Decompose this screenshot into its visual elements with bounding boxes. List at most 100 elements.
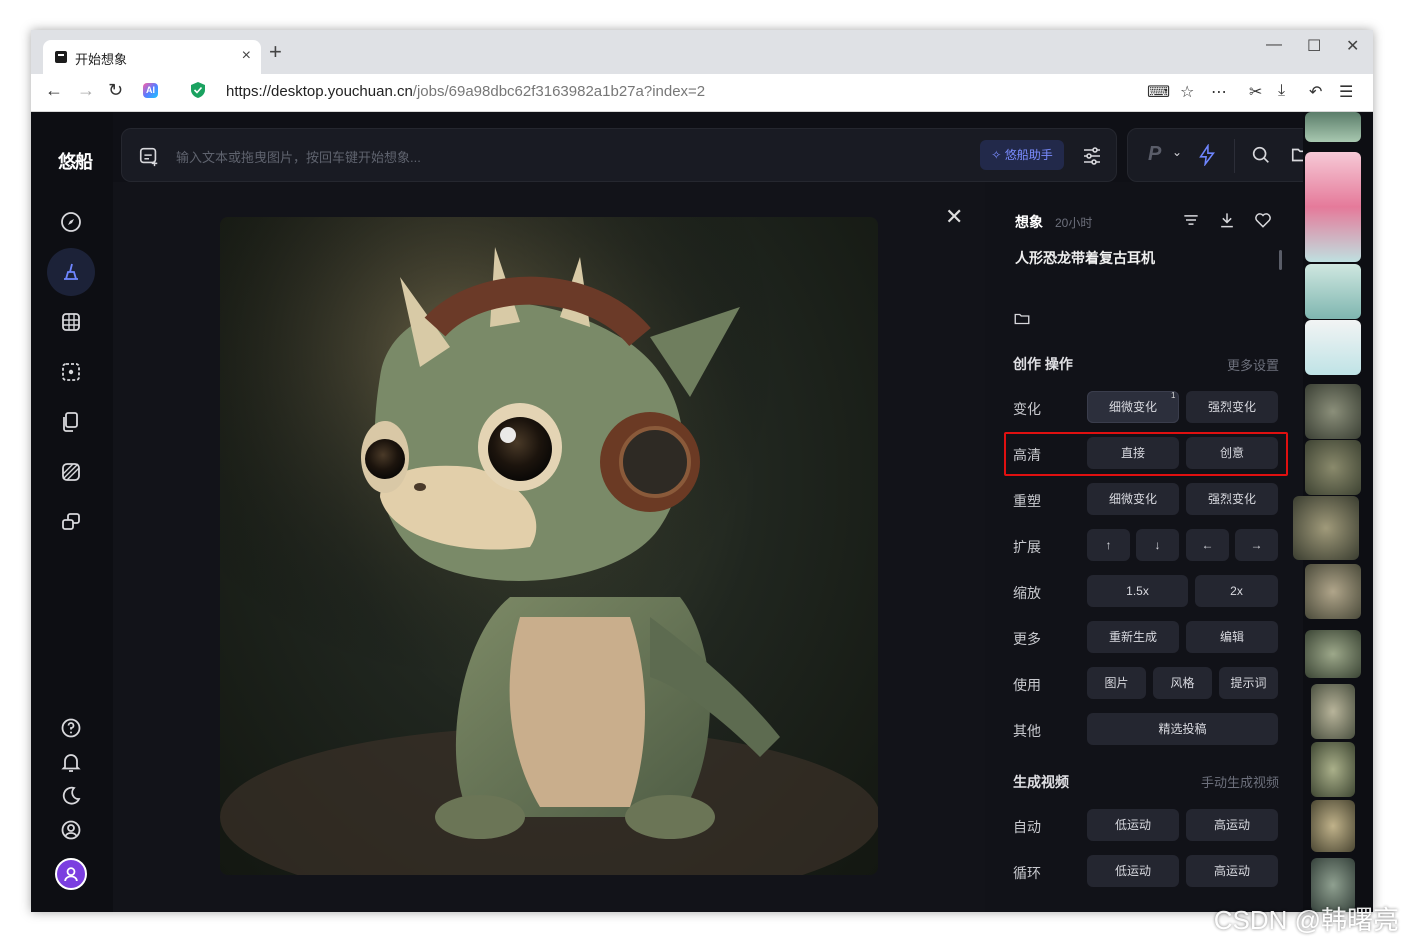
auto-low-motion-label: 低运动 [1114,818,1151,832]
use-style-button[interactable]: 风格 [1153,667,1212,699]
forward-icon[interactable]: → [77,80,95,101]
thumbnail[interactable] [1305,384,1361,439]
reload-icon[interactable]: ↻ [108,80,123,101]
tab-close-icon[interactable]: × [242,47,251,65]
list-options-icon[interactable] [1181,210,1201,230]
pan-down-button[interactable]: ↓ [1136,529,1179,561]
upscale-direct-button[interactable]: 直接 [1087,437,1179,469]
thumbnail[interactable] [1305,112,1361,142]
thumbnail[interactable] [1305,152,1361,262]
fast-mode-bolt-icon[interactable] [1196,144,1218,166]
scrollbar[interactable] [1279,250,1282,270]
remix-subtle-button[interactable]: 细微变化 [1087,483,1179,515]
translate-icon[interactable]: ⌨ [1147,82,1170,102]
dark-mode-moon-icon[interactable] [59,784,83,808]
vary-strong-button[interactable]: 强烈变化 [1186,391,1278,423]
rerun-label: 重新生成 [1108,630,1157,644]
favorite-heart-icon[interactable] [1253,210,1273,230]
vary-subtle-button[interactable]: 细微变化 [1087,391,1179,423]
secure-shield-icon[interactable] [191,82,205,98]
thumbnail-current[interactable] [1293,496,1359,560]
browser-window: 开始想象 × + — ☐ ✕ ← → ↻ AI https://desktop.… [31,30,1373,912]
loop-low-motion-button[interactable]: 低运动 [1087,855,1179,887]
app-logo[interactable]: 悠船 [58,148,93,174]
account-icon[interactable] [59,818,83,842]
divider [1234,139,1235,173]
remix-strong-button[interactable]: 强烈变化 [1186,483,1278,515]
chat-image-icon[interactable] [59,510,83,534]
notification-bell-icon[interactable] [59,750,83,774]
manual-video-link[interactable]: 手动生成视频 [1201,772,1279,791]
more-settings-link[interactable]: 更多设置 [1227,355,1279,374]
folder-small-icon[interactable] [1013,310,1031,328]
zoom-2x-button[interactable]: 2x [1195,575,1278,607]
address-bar: ← → ↻ AI https://desktop.youchuan.cn/job… [31,74,1373,112]
thumbnail[interactable] [1305,264,1361,319]
row-label-loop: 循环 [1013,865,1041,881]
title-bar: 开始想象 × + — ☐ ✕ [31,30,1373,74]
settings-sliders-icon[interactable] [1080,144,1104,168]
thumbnail[interactable] [1311,800,1355,852]
chevron-down-icon[interactable]: ⌄ [1172,145,1182,159]
url-host: https://desktop.youchuan.cn [226,83,413,100]
style-pattern-icon[interactable] [59,460,83,484]
use-prompt-button[interactable]: 提示词 [1219,667,1278,699]
pan-right-button[interactable]: → [1235,529,1278,561]
section-title: 想象 [1015,214,1043,230]
row-label-zoom: 缩放 [1013,585,1041,601]
grid-icon[interactable] [59,310,83,334]
timestamp: 20小时 [1055,216,1093,230]
undo-icon[interactable]: ↶ [1309,82,1322,102]
browser-tab[interactable]: 开始想象 × [43,40,261,74]
thumbnail[interactable] [1305,630,1361,678]
arrow-up-icon: ↑ [1105,538,1112,552]
search-icon[interactable] [1250,144,1272,166]
add-image-icon[interactable] [138,145,160,167]
url-field[interactable]: https://desktop.youchuan.cn/jobs/69a98db… [226,83,705,100]
back-icon[interactable]: ← [45,80,63,101]
generated-image[interactable] [220,217,878,875]
new-tab-button[interactable]: + [269,41,282,63]
more-options-icon[interactable]: ⋯ [1211,82,1227,102]
submit-featured-button[interactable]: 精选投稿 [1087,713,1278,745]
close-viewer-icon[interactable]: ✕ [945,204,963,230]
thumbnail[interactable] [1311,742,1355,797]
detail-panel: 想象 20小时 人形恐龙带着复古耳机 创作 操作 更多设置 变化 细微变化 1 … [985,182,1303,912]
zoom-1-5x-button[interactable]: 1.5x [1087,575,1188,607]
edit-button[interactable]: 编辑 [1186,621,1278,653]
upscale-creative-button[interactable]: 创意 [1186,437,1278,469]
bookmark-star-icon[interactable]: ☆ [1180,82,1194,102]
thumbnail[interactable] [1305,564,1361,619]
close-window-button[interactable]: ✕ [1346,36,1359,56]
explore-compass-icon[interactable] [59,210,83,234]
create-brush-icon[interactable] [59,260,83,284]
sidebar: 悠船 [31,112,113,912]
dinosaur-illustration [220,217,878,875]
loop-high-motion-button[interactable]: 高运动 [1186,855,1278,887]
ai-extension-icon[interactable]: AI [143,83,158,98]
auto-low-motion-button[interactable]: 低运动 [1087,809,1179,841]
menu-icon[interactable]: ☰ [1339,82,1353,102]
pan-left-button[interactable]: ← [1186,529,1229,561]
upscale-creative-label: 创意 [1219,446,1244,460]
row-label-pan: 扩展 [1013,539,1041,555]
thumbnail[interactable] [1311,684,1355,739]
rerun-button[interactable]: 重新生成 [1087,621,1179,653]
minimize-button[interactable]: — [1266,36,1282,54]
prompt-input[interactable]: 输入文本或拖曳图片，按回车键开始想象... [176,147,421,166]
use-image-button[interactable]: 图片 [1087,667,1146,699]
thumbnail[interactable] [1305,440,1361,495]
pan-up-button[interactable]: ↑ [1087,529,1130,561]
edit-select-icon[interactable] [59,360,83,384]
download-image-icon[interactable] [1217,210,1237,230]
copy-pages-icon[interactable] [59,410,83,434]
thumbnail[interactable] [1305,320,1361,375]
avatar[interactable] [55,858,87,890]
download-icon[interactable]: ⤓ [1278,82,1285,100]
help-icon[interactable] [59,716,83,740]
assistant-button[interactable]: ✧ 悠船助手 [980,140,1064,170]
maximize-button[interactable]: ☐ [1307,36,1321,56]
mode-letter[interactable]: P [1148,143,1161,166]
scissors-icon[interactable]: ✂ [1249,82,1262,102]
auto-high-motion-button[interactable]: 高运动 [1186,809,1278,841]
